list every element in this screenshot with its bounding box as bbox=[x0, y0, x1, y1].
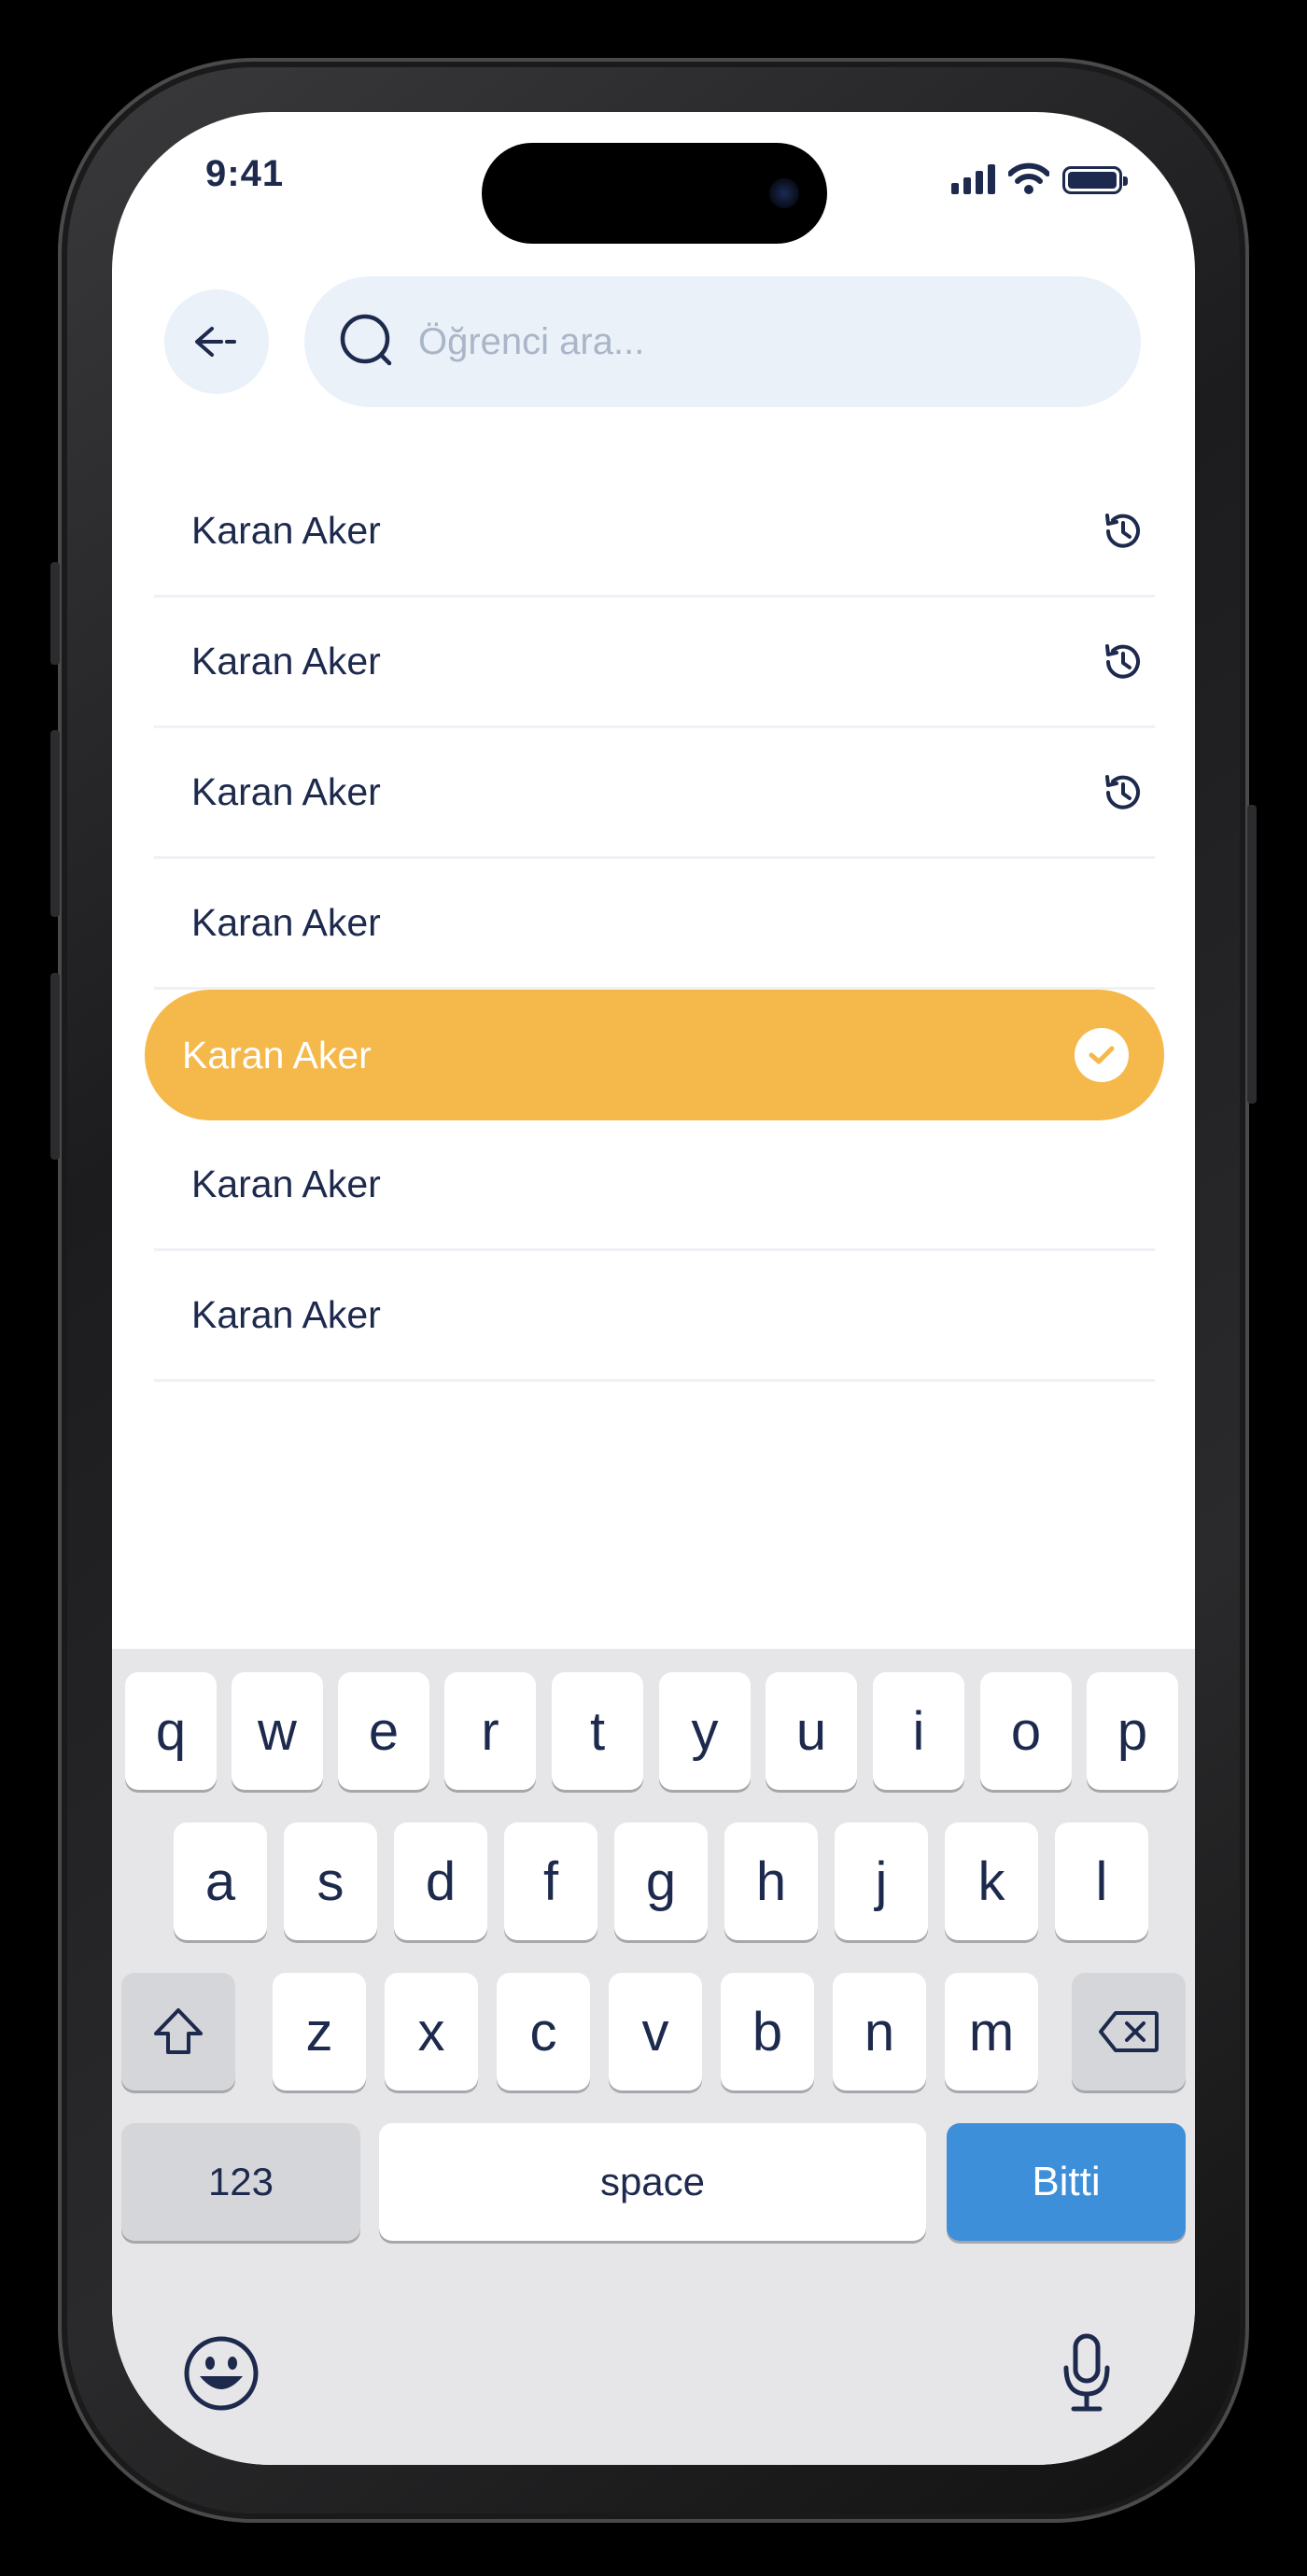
key-g[interactable]: g bbox=[614, 1823, 708, 1940]
key-o[interactable]: o bbox=[980, 1672, 1072, 1790]
backspace-icon bbox=[1099, 2011, 1159, 2052]
backspace-key[interactable] bbox=[1072, 1973, 1186, 2090]
list-item[interactable]: Karan Aker bbox=[154, 1251, 1155, 1382]
search-bar[interactable] bbox=[304, 276, 1141, 407]
list-item[interactable]: Karan Aker bbox=[154, 859, 1155, 990]
key-u[interactable]: u bbox=[766, 1672, 857, 1790]
key-e[interactable]: e bbox=[338, 1672, 429, 1790]
back-arrow-icon bbox=[195, 327, 236, 357]
dynamic-island bbox=[482, 143, 827, 244]
key-s[interactable]: s bbox=[284, 1823, 377, 1940]
status-time: 9:41 bbox=[205, 153, 285, 194]
volume-up-button bbox=[50, 730, 60, 917]
list-item[interactable]: Karan Aker bbox=[154, 598, 1155, 728]
student-name: Karan Aker bbox=[191, 509, 381, 552]
check-icon bbox=[1075, 1028, 1129, 1082]
student-name: Karan Aker bbox=[191, 640, 381, 683]
keyboard: q w e r t y u i o p a s d f g h j k l z … bbox=[112, 1649, 1195, 2465]
key-c[interactable]: c bbox=[497, 1973, 590, 2090]
key-a[interactable]: a bbox=[174, 1823, 267, 1940]
key-p[interactable]: p bbox=[1087, 1672, 1178, 1790]
key-y[interactable]: y bbox=[659, 1672, 751, 1790]
cellular-signal-icon bbox=[951, 162, 995, 194]
key-l[interactable]: l bbox=[1055, 1823, 1148, 1940]
history-icon bbox=[1105, 643, 1140, 679]
key-f[interactable]: f bbox=[504, 1823, 597, 1940]
key-b[interactable]: b bbox=[721, 1973, 814, 2090]
student-list: Karan Aker Karan Aker Karan Aker Karan A… bbox=[145, 467, 1164, 1382]
student-name: Karan Aker bbox=[191, 770, 381, 813]
volume-down-button bbox=[50, 973, 60, 1160]
space-key[interactable]: space bbox=[379, 2123, 926, 2241]
microphone-icon[interactable] bbox=[1059, 2330, 1115, 2414]
key-j[interactable]: j bbox=[835, 1823, 928, 1940]
battery-icon bbox=[1062, 166, 1128, 194]
shift-icon bbox=[154, 2008, 203, 2054]
key-h[interactable]: h bbox=[724, 1823, 818, 1940]
numbers-key[interactable]: 123 bbox=[121, 2123, 360, 2241]
search-icon bbox=[340, 314, 392, 366]
key-q[interactable]: q bbox=[125, 1672, 217, 1790]
emoji-icon[interactable] bbox=[183, 2335, 260, 2412]
status-icons bbox=[951, 157, 1128, 194]
key-r[interactable]: r bbox=[444, 1672, 536, 1790]
key-v[interactable]: v bbox=[609, 1973, 702, 2090]
list-item-selected[interactable]: Karan Aker bbox=[145, 990, 1164, 1120]
list-item[interactable]: Karan Aker bbox=[154, 1120, 1155, 1251]
key-x[interactable]: x bbox=[385, 1973, 478, 2090]
student-name: Karan Aker bbox=[191, 1293, 381, 1336]
wifi-icon bbox=[1008, 162, 1049, 194]
front-camera bbox=[769, 178, 799, 208]
student-name: Karan Aker bbox=[191, 901, 381, 944]
back-button[interactable] bbox=[164, 289, 269, 394]
key-m[interactable]: m bbox=[945, 1973, 1038, 2090]
key-k[interactable]: k bbox=[945, 1823, 1038, 1940]
history-icon bbox=[1105, 513, 1140, 548]
key-i[interactable]: i bbox=[873, 1672, 964, 1790]
phone-screen: 9:41 Karan Aker bbox=[112, 112, 1195, 2465]
key-d[interactable]: d bbox=[394, 1823, 487, 1940]
list-item[interactable]: Karan Aker bbox=[154, 467, 1155, 598]
list-item[interactable]: Karan Aker bbox=[154, 728, 1155, 859]
student-name: Karan Aker bbox=[182, 1033, 372, 1077]
mute-switch bbox=[50, 562, 60, 665]
key-n[interactable]: n bbox=[833, 1973, 926, 2090]
key-t[interactable]: t bbox=[552, 1672, 643, 1790]
student-name: Karan Aker bbox=[191, 1162, 381, 1205]
key-w[interactable]: w bbox=[232, 1672, 323, 1790]
history-icon bbox=[1105, 774, 1140, 809]
done-button[interactable]: Bitti bbox=[947, 2123, 1186, 2241]
shift-key[interactable] bbox=[121, 1973, 235, 2090]
search-input[interactable] bbox=[416, 319, 1074, 364]
power-button bbox=[1247, 805, 1257, 1104]
key-z[interactable]: z bbox=[273, 1973, 366, 2090]
